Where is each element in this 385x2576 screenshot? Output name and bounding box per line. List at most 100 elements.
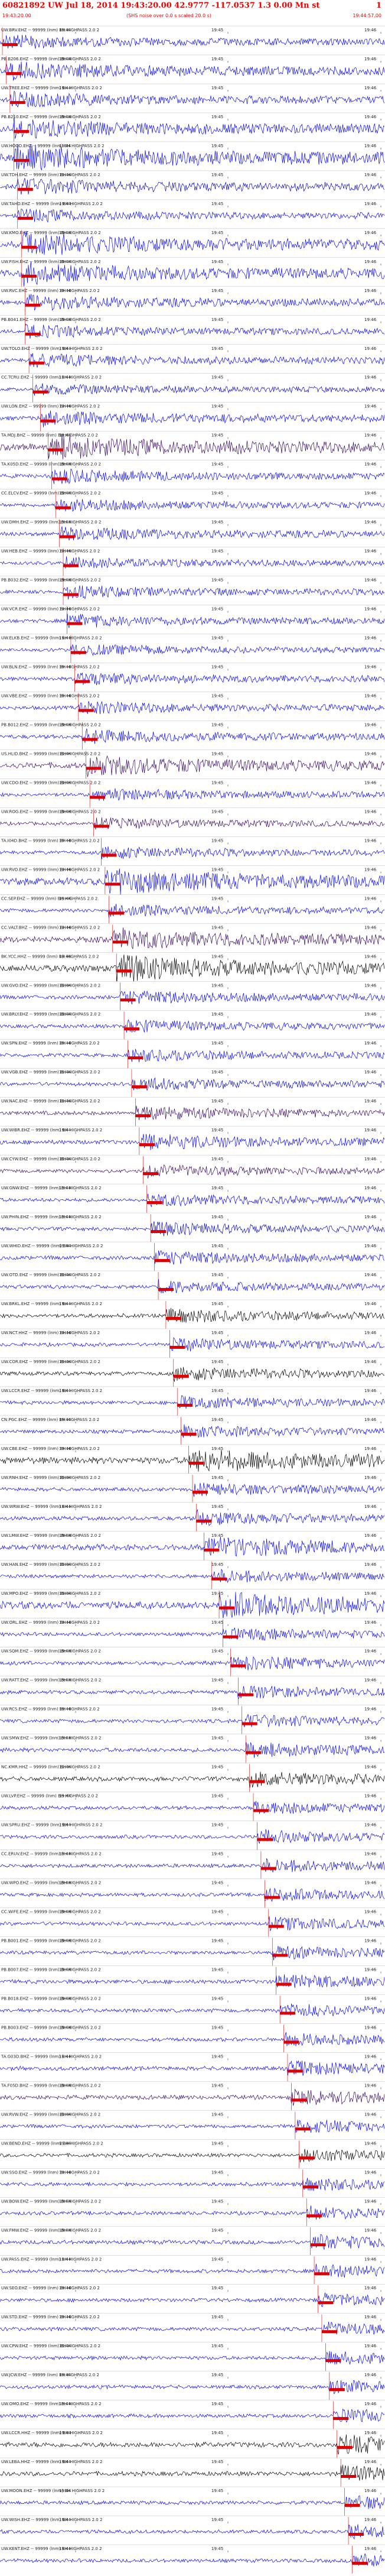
phase-pick-marker bbox=[63, 564, 79, 567]
time-tick-label: 19:46 bbox=[364, 838, 377, 843]
time-tick-label: 19:45 bbox=[211, 2402, 223, 2406]
phase-pick-marker bbox=[352, 2561, 368, 2565]
phase-pick-marker bbox=[204, 1548, 220, 1552]
time-tick-label: 19:45 bbox=[211, 925, 223, 930]
time-tick-label: 19:45 bbox=[211, 578, 223, 583]
phase-pick-marker bbox=[302, 2185, 318, 2189]
waveform-trace bbox=[0, 2178, 385, 2191]
trace-row: UW.PASS.EHZ -- 99999 (lnm) BH HIGHPASS 2… bbox=[0, 2255, 385, 2285]
time-tick-label: 19:44 bbox=[59, 202, 71, 206]
time-tick-label: 19:44 bbox=[59, 1910, 71, 1915]
waveform-trace bbox=[0, 1592, 385, 1618]
time-tick-label: 19:45 bbox=[211, 86, 223, 90]
phase-pick-marker bbox=[280, 2012, 296, 2015]
time-tick-label: 19:46 bbox=[364, 1302, 377, 1306]
time-tick-label: 19:45 bbox=[211, 1128, 223, 1133]
waveform-trace bbox=[0, 1019, 385, 1033]
time-tick-label: 19:46 bbox=[364, 2460, 377, 2464]
trace-row: CC.TCRU.EHZ -- 99999 (lnm) BH HIGHPASS 2… bbox=[0, 373, 385, 403]
time-tick-label: 19:45 bbox=[211, 2460, 223, 2464]
waveform-trace bbox=[0, 90, 385, 108]
phase-pick-marker bbox=[177, 1403, 193, 1407]
time-tick-label: 19:45 bbox=[211, 144, 223, 148]
waveform-trace bbox=[0, 1077, 385, 1091]
time-tick-label: 19:44 bbox=[59, 925, 71, 930]
time-tick-label: 19:44 bbox=[59, 693, 71, 698]
phase-pick-marker bbox=[112, 940, 128, 944]
time-tick-label: 19:44 bbox=[59, 1012, 71, 1017]
waveform-trace bbox=[0, 788, 385, 801]
waveform-trace bbox=[0, 1509, 385, 1526]
time-tick-label: 19:44 bbox=[59, 2112, 71, 2117]
time-tick-label: 19:44 bbox=[59, 1360, 71, 1364]
phase-pick-marker bbox=[348, 2532, 364, 2536]
time-tick-label: 19:45 bbox=[211, 838, 223, 843]
waveform-trace bbox=[0, 556, 385, 569]
channel-label: PB.B018.EHZ -- 99999 (lnm) BH HIGHPASS 2… bbox=[1, 1996, 101, 2001]
trace-row: CC.WIFE.EHZ -- 99999 (lnm) BH HIGHPASS 2… bbox=[0, 1907, 385, 1937]
channel-label: UW.SMW.EHZ -- 99999 (lnm) BH HIGHPASS 2.… bbox=[1, 1736, 101, 1741]
time-tick-label: 19:45 bbox=[211, 2546, 223, 2551]
time-tick-label: 19:44 bbox=[59, 954, 71, 959]
channel-label: UW.HAN.EHZ -- 99999 (lnm) BH HIGHPASS 2.… bbox=[1, 1562, 100, 1567]
time-tick-label: 19:44 bbox=[59, 1504, 71, 1509]
time-tick-label: 19:44 bbox=[59, 1996, 71, 2001]
waveform-trace bbox=[0, 614, 385, 628]
channel-label: UW.RCS.EHZ -- 99999 (lnm) BH HIGHPASS 2.… bbox=[1, 1707, 100, 1712]
time-tick-label: 19:44 bbox=[59, 433, 71, 438]
channel-label: CC.VALT.BHZ -- 99999 (lnm) BH HIGHPASS 2… bbox=[1, 925, 100, 930]
trace-row: UW.SMW.EHZ -- 99999 (lnm) BH HIGHPASS 2.… bbox=[0, 1734, 385, 1763]
phase-pick-marker bbox=[67, 622, 83, 625]
waveform-trace bbox=[0, 904, 385, 919]
time-tick-label: 19:44 bbox=[59, 1620, 71, 1625]
waveform-trace bbox=[0, 1279, 385, 1293]
time-tick-label: 19:44 bbox=[59, 1475, 71, 1480]
trace-row: UW.SQM.EHZ -- 99999 (lnm) BH HIGHPASS 2.… bbox=[0, 1647, 385, 1676]
time-tick-label: 19:45 bbox=[211, 1996, 223, 2001]
trace-row: UW.SSO.EHZ -- 99999 (lnm) BH HIGHPASS 2.… bbox=[0, 2168, 385, 2198]
time-tick-label: 19:45 bbox=[211, 636, 223, 641]
time-tick-label: 19:46 bbox=[364, 375, 377, 380]
phase-pick-marker bbox=[56, 506, 71, 510]
time-tick-label: 19:45 bbox=[211, 317, 223, 322]
time-tick-label: 19:45 bbox=[211, 1736, 223, 1741]
time-tick-label: 19:44 bbox=[59, 57, 71, 61]
time-tick-label: 19:46 bbox=[364, 28, 377, 33]
waveform-trace bbox=[0, 991, 385, 1005]
channel-label: UW.ROG.EHZ -- 99999 (lnm) BH HIGHPASS 2.… bbox=[1, 809, 101, 814]
time-tick-label: 19:45 bbox=[211, 1852, 223, 1857]
channel-label: TA.F05D.BHZ -- 99999 (lnm) BH HIGHPASS 2… bbox=[1, 2083, 101, 2088]
time-tick-label: 19:46 bbox=[364, 259, 377, 264]
channel-label: UW.DMH.EHZ -- 99999 (lnm) BH HIGHPASS 2.… bbox=[1, 520, 101, 525]
time-tick-label: 19:45 bbox=[211, 1620, 223, 1625]
time-tick-label: 19:44 bbox=[59, 259, 71, 264]
time-tick-label: 19:46 bbox=[364, 1012, 377, 1017]
time-tick-label: 19:45 bbox=[211, 2431, 223, 2435]
time-tick-label: 19:46 bbox=[364, 2431, 377, 2435]
phase-pick-marker bbox=[181, 1432, 197, 1436]
time-tick-label: 19:44 bbox=[59, 1562, 71, 1567]
time-tick-label: 19:46 bbox=[364, 1967, 377, 1972]
trace-row: UW.LCCR.HHZ -- 99999 (lnm) BH HIGHPASS 2… bbox=[0, 2428, 385, 2458]
channel-label: UW.CYW.EHZ -- 99999 (lnm) BH HIGHPASS 2.… bbox=[1, 1157, 100, 1162]
time-tick-label: 19:46 bbox=[364, 1041, 377, 1046]
time-tick-label: 19:45 bbox=[211, 2112, 223, 2117]
trace-row: UW.WISH.EHZ -- 99999 (lnm) BH HIGHPASS 2… bbox=[0, 2515, 385, 2545]
time-tick-label: 19:44 bbox=[59, 2170, 71, 2175]
trace-row: TA.F05D.BHZ -- 99999 (lnm) BH HIGHPASS 2… bbox=[0, 2081, 385, 2111]
time-tick-label: 19:45 bbox=[211, 2083, 223, 2088]
time-tick-label: 19:46 bbox=[364, 2054, 377, 2059]
trace-row: CC.ERUV.EHZ -- 99999 (lnm) BH HIGHPASS 2… bbox=[0, 1850, 385, 1879]
time-tick-label: 19:44 bbox=[59, 2517, 71, 2522]
time-tick-label: 19:45 bbox=[211, 1967, 223, 1972]
channel-label: UW.FMW.EHZ -- 99999 (lnm) BH HIGHPASS 2.… bbox=[1, 2228, 101, 2233]
time-tick-label: 19:45 bbox=[211, 751, 223, 756]
channel-label: UW.ELKB.EHZ -- 99999 (lnm) BH HIGHPASS 2… bbox=[1, 636, 102, 641]
trace-row: UW.SEO.EHZ -- 99999 (lnm) BH HIGHPASS 2.… bbox=[0, 2283, 385, 2314]
trace-row: CC.SEP.EHZ -- 99999 (lnm) BH HIGHPASS 2.… bbox=[0, 894, 385, 924]
channel-label: UW.BRKL.EHZ -- 99999 (lnm) BH HIGHPASS 2… bbox=[1, 1302, 102, 1306]
time-tick-label: 19:44 bbox=[59, 1331, 71, 1335]
phase-pick-marker bbox=[238, 1693, 254, 1696]
time-tick-label: 19:46 bbox=[364, 1273, 377, 1277]
waveform-trace bbox=[0, 2149, 385, 2163]
